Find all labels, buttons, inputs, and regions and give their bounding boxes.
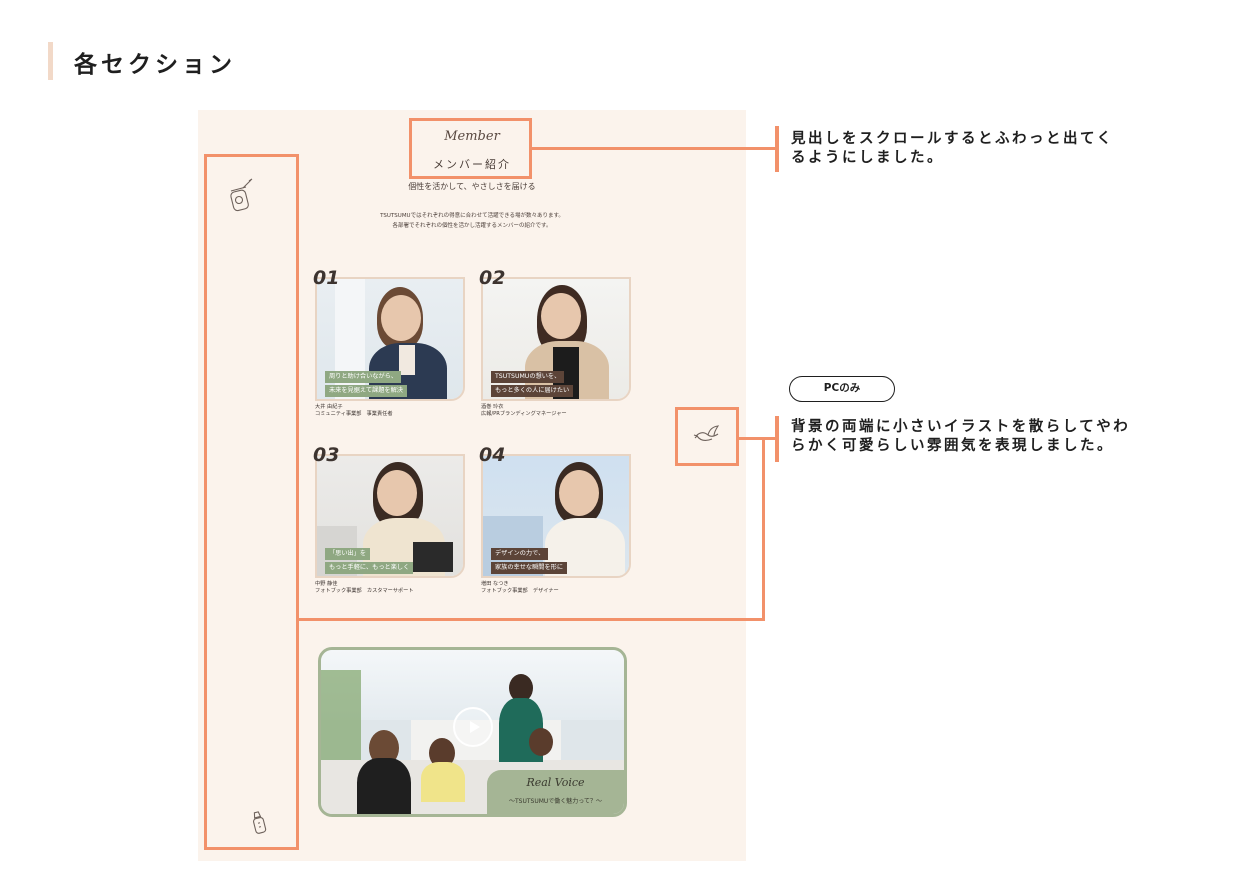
- caption-line: TSUTSUMUの想いを、: [491, 371, 565, 383]
- member-number: 01: [313, 267, 340, 289]
- decor-connector-right: [739, 437, 776, 440]
- member-name-block: 酒巻 玲衣 広報/PRブランディングマネージャー: [481, 404, 567, 418]
- member-name-block: 大井 由紀子 コミュニティ事業部 事業責任者: [315, 404, 393, 418]
- intro-line: TSUTSUMUではそれぞれの得意に合わせて活躍できる場が数々あります。: [380, 213, 564, 219]
- note-line: 見出しをスクロールするとふわっと出てく: [791, 131, 1114, 147]
- heading-note-bracket: [775, 126, 779, 172]
- member-caption: TSUTSUMUの想いを、 もっと多くの人に届けたい: [491, 371, 574, 399]
- member-script-heading: Member: [444, 129, 500, 144]
- member-heading: メンバー紹介: [433, 158, 511, 171]
- caption-line: 「思い出」を: [325, 548, 371, 560]
- member-number: 03: [313, 444, 340, 466]
- member-photo: デザインの力で、 家族の幸せな瞬間を形に: [481, 454, 631, 578]
- member-name-block: 中野 静佳 フォトブック事業部 カスタマーサポート: [315, 581, 413, 595]
- note-line: らかく可愛らしい雰囲気を表現しました。: [791, 438, 1114, 454]
- member-photo: 「思い出」を もっと手軽に、もっと楽しく: [315, 454, 465, 578]
- member-caption: デザインの力で、 家族の幸せな瞬間を形に: [491, 548, 568, 576]
- pc-only-badge: PCのみ: [789, 376, 895, 402]
- decor-connector-bottom: [299, 618, 764, 621]
- heading-note: 見出しをスクロールするとふわっと出てく るようにしました。: [791, 130, 1114, 168]
- caption-line: 周りと助け合いながら、: [325, 371, 402, 383]
- member-name: 増田 なつき: [481, 581, 509, 587]
- member-caption: 「思い出」を もっと手軽に、もっと楽しく: [325, 548, 414, 576]
- caption-line: もっと多くの人に届けたい: [491, 385, 574, 397]
- member-intro: TSUTSUMUではそれぞれの得意に合わせて活躍できる場が数々あります。 各部署…: [198, 211, 746, 231]
- member-name: 中野 静佳: [315, 581, 338, 587]
- real-voice-video[interactable]: Real Voice 〜TSUTSUMUで働く魅力って？〜: [318, 647, 627, 817]
- member-name: 酒巻 玲衣: [481, 404, 504, 410]
- intro-line: 各部署でそれぞれの個性を活かし活躍するメンバーの紹介です。: [392, 223, 552, 229]
- real-voice-title: Real Voice: [526, 776, 585, 789]
- section-title: 各セクション: [74, 52, 236, 78]
- heading-connector-line: [532, 147, 776, 150]
- member-number: 04: [479, 444, 506, 466]
- member-photo: TSUTSUMUの想いを、 もっと多くの人に届けたい: [481, 277, 631, 401]
- member-number: 02: [479, 267, 506, 289]
- note-line: 背景の両端に小さいイラストを散らしてやわ: [791, 419, 1131, 435]
- decor-connector-vertical: [762, 440, 765, 621]
- member-caption: 周りと助け合いながら、 未来を見据えて課題を解決: [325, 371, 407, 399]
- member-role: 広報/PRブランディングマネージャー: [481, 411, 567, 417]
- decor-note-bracket: [775, 416, 779, 462]
- baby-bottle-icon: [253, 811, 267, 834]
- caption-line: デザインの力で、: [491, 548, 549, 560]
- play-icon[interactable]: [453, 707, 493, 747]
- caption-line: もっと手軽に、もっと楽しく: [325, 562, 414, 574]
- member-subheading: 個性を活かして、やさしさを届ける: [408, 182, 536, 191]
- member-section-mockup: Member メンバー紹介 個性を活かして、やさしさを届ける TSUTSUMUで…: [198, 110, 746, 861]
- caption-line: 家族の幸せな瞬間を形に: [491, 562, 568, 574]
- member-name: 大井 由紀子: [315, 404, 343, 410]
- note-line: るようにしました。: [791, 150, 944, 166]
- background-note: 背景の両端に小さいイラストを散らしてやわ らかく可愛らしい雰囲気を表現しました。: [791, 418, 1130, 456]
- section-title-bar: [48, 42, 53, 80]
- bird-icon: [693, 425, 720, 442]
- member-name-block: 増田 なつき フォトブック事業部 デザイナー: [481, 581, 559, 595]
- member-role: コミュニティ事業部 事業責任者: [315, 411, 393, 417]
- member-role: フォトブック事業部 カスタマーサポート: [315, 588, 414, 594]
- real-voice-subtitle: 〜TSUTSUMUで働く魅力って？〜: [509, 798, 602, 805]
- member-photo: 周りと助け合いながら、 未来を見据えて課題を解決: [315, 277, 465, 401]
- real-voice-label: Real Voice 〜TSUTSUMUで働く魅力って？〜: [487, 770, 624, 814]
- member-role: フォトブック事業部 デザイナー: [481, 588, 559, 594]
- caption-line: 未来を見据えて課題を解決: [325, 385, 407, 397]
- baby-food-jar-icon: [230, 178, 253, 212]
